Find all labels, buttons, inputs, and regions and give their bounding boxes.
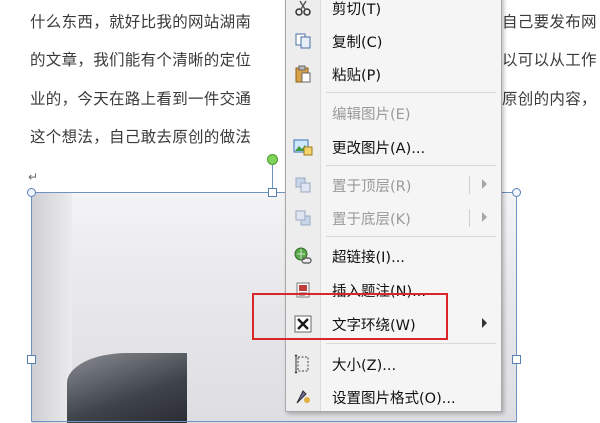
menu-item-paste[interactable]: 粘贴(P) bbox=[286, 59, 501, 89]
submenu-arrow-icon bbox=[482, 318, 487, 328]
menu-item-label: 剪切(T) bbox=[332, 1, 382, 18]
menu-item-cut[interactable]: 剪切(T) bbox=[286, 0, 501, 23]
menu-item-label: 大小(Z)... bbox=[332, 357, 397, 374]
menu-item-label: 置于顶层(R) bbox=[332, 178, 412, 195]
menu-item-label: 置于底层(K) bbox=[332, 211, 411, 228]
document-line: 什么东西，就好比我的网站湖南 bbox=[30, 13, 252, 31]
menu-item-hyperlink[interactable]: 超链接(I)... bbox=[286, 241, 501, 271]
scissors-icon bbox=[286, 0, 320, 17]
menu-item-label: 设置图片格式(O)... bbox=[332, 390, 456, 407]
menu-item-copy[interactable]: 复制(C) bbox=[286, 26, 501, 56]
resize-handle-top[interactable] bbox=[268, 188, 277, 197]
menu-item-label: 粘贴(P) bbox=[332, 67, 382, 84]
menu-item-label: 更改图片(A)... bbox=[332, 140, 426, 157]
menu-item-edit-picture[interactable]: 编辑图片(E) bbox=[286, 98, 501, 128]
menu-separator bbox=[326, 92, 496, 93]
submenu-arrow-icon bbox=[482, 212, 487, 222]
resize-handle-left[interactable] bbox=[27, 355, 36, 364]
menu-item-format-picture[interactable]: 设置图片格式(O)... bbox=[286, 382, 501, 412]
rotate-stem bbox=[272, 165, 273, 188]
resize-handle-top-right[interactable] bbox=[512, 188, 521, 197]
menu-item-label: 超链接(I)... bbox=[332, 249, 405, 266]
resize-handle-top-left[interactable] bbox=[27, 188, 36, 197]
menu-item-label: 编辑图片(E) bbox=[332, 106, 411, 123]
menu-separator bbox=[326, 165, 496, 166]
context-menu: 剪切(T) 复制(C) 粘贴(P) 编辑图片(E) 更改图片(A)... 置于顶… bbox=[285, 0, 502, 412]
resize-handle-right[interactable] bbox=[512, 355, 521, 364]
menu-item-size[interactable]: 大小(Z)... bbox=[286, 349, 501, 379]
menu-item-send-to-back[interactable]: 置于底层(K) bbox=[286, 203, 501, 233]
submenu-arrow-icon bbox=[482, 179, 487, 189]
document-line: 以可以从工作 bbox=[502, 51, 597, 69]
menu-item-change-picture[interactable]: 更改图片(A)... bbox=[286, 132, 501, 162]
format-picture-icon bbox=[286, 388, 320, 406]
menu-item-bring-to-front[interactable]: 置于顶层(R) bbox=[286, 170, 501, 200]
send-to-back-icon bbox=[286, 209, 320, 227]
rotate-handle[interactable] bbox=[267, 154, 278, 165]
paragraph-mark-icon: ↵ bbox=[28, 170, 39, 184]
paste-icon bbox=[286, 65, 320, 83]
copy-icon bbox=[286, 32, 320, 50]
document-line: 自己要发布网 bbox=[502, 13, 597, 31]
document-line: 这个想法，自己敢去原创的做法 bbox=[30, 128, 252, 146]
menu-separator bbox=[326, 236, 496, 237]
document-line: 业的，今天在路上看到一件交通 bbox=[30, 90, 252, 108]
document-line: 原创的内容， bbox=[502, 90, 597, 108]
hyperlink-icon bbox=[286, 246, 320, 266]
change-picture-icon bbox=[286, 138, 320, 156]
menu-separator bbox=[326, 343, 496, 344]
highlight-annotation bbox=[252, 293, 448, 340]
menu-item-label: 复制(C) bbox=[332, 34, 383, 51]
document-line: 的文章，我们能有个清晰的定位 bbox=[30, 51, 252, 69]
bring-to-front-icon bbox=[286, 176, 320, 194]
size-icon bbox=[286, 354, 320, 374]
